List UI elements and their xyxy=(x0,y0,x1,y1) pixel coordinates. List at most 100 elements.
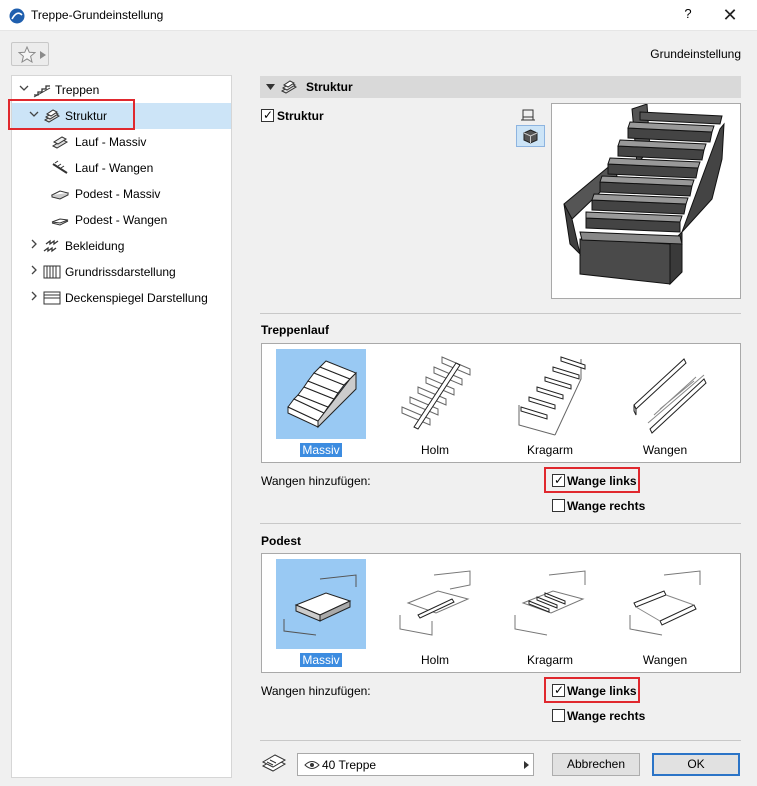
divider xyxy=(260,523,741,524)
checkmark-icon: ✓ xyxy=(263,108,274,122)
landing-option-label: Kragarm xyxy=(526,653,573,667)
help-button[interactable]: ? xyxy=(678,6,698,26)
checkmark-icon: ✓ xyxy=(554,473,565,487)
section-name: Grundeinstellung xyxy=(650,47,741,61)
podest-heading: Podest xyxy=(261,534,302,548)
cancel-button[interactable]: Abbrechen xyxy=(552,753,640,776)
landing-kragarm-thumbnail xyxy=(505,559,595,649)
landing-wangen-thumbnail xyxy=(620,559,710,649)
panel-title: Struktur xyxy=(306,80,353,94)
landing-type-selector: Massiv Holm Kragarm Wangen xyxy=(261,553,741,673)
run-option-label: Holm xyxy=(420,443,449,457)
landing-option-label: Wangen xyxy=(642,653,688,667)
landing-holm-thumbnail xyxy=(390,559,480,649)
stair-icon xyxy=(33,85,51,98)
landing-massiv-thumbnail xyxy=(276,559,366,649)
landing-right-stringer-label: Wange rechts xyxy=(567,709,646,723)
eye-icon xyxy=(304,761,320,769)
run-stringer-icon xyxy=(52,160,68,174)
landing-option-kragarm[interactable]: Kragarm xyxy=(505,559,595,669)
tree-item-label: Podest - Wangen xyxy=(75,213,168,227)
landing-option-label: Massiv xyxy=(300,653,342,667)
tree-item-grundrissdarstellung[interactable]: Grundrissdarstellung xyxy=(12,259,231,285)
chevron-right-icon[interactable] xyxy=(29,291,39,303)
preview-3d xyxy=(551,103,741,299)
stair-preview-image xyxy=(563,103,725,286)
landing-left-stringer-checkbox[interactable]: ✓ xyxy=(552,683,565,697)
run-option-massiv[interactable]: Massiv xyxy=(276,349,366,459)
tree-item-label: Deckenspiegel Darstellung xyxy=(65,291,208,305)
tree-item-label: Lauf - Wangen xyxy=(75,161,154,175)
landing-left-stringer-label: Wange links xyxy=(567,684,637,698)
tree-item-label: Grundrissdarstellung xyxy=(65,265,176,279)
divider xyxy=(260,313,741,314)
floorplan-view-icon[interactable] xyxy=(520,107,536,123)
chevron-right-icon xyxy=(40,51,46,59)
run-left-stringer-checkbox[interactable]: ✓ xyxy=(552,473,565,487)
window-title: Treppe-Grundeinstellung xyxy=(31,8,164,22)
3d-view-button[interactable] xyxy=(516,125,545,147)
tree-item-lauf-massiv[interactable]: Lauf - Massiv xyxy=(12,129,231,155)
tree-item-deckenspiegel[interactable]: Deckenspiegel Darstellung xyxy=(12,285,231,311)
run-option-kragarm[interactable]: Kragarm xyxy=(505,349,595,459)
run-solid-icon xyxy=(51,136,69,149)
checkmark-icon: ✓ xyxy=(554,683,565,697)
tree-item-label: Lauf - Massiv xyxy=(75,135,147,149)
app-icon xyxy=(9,8,25,24)
structure-checkbox[interactable]: ✓ xyxy=(261,108,274,122)
tree-item-lauf-wangen[interactable]: Lauf - Wangen xyxy=(12,155,231,181)
tree-item-bekleidung[interactable]: Bekleidung xyxy=(12,233,231,259)
run-kragarm-thumbnail xyxy=(505,349,595,439)
layer-dropdown[interactable]: 40 Treppe xyxy=(297,753,534,776)
run-option-label: Wangen xyxy=(642,443,688,457)
tree-item-label: Podest - Massiv xyxy=(75,187,161,201)
run-option-label: Massiv xyxy=(300,443,342,457)
run-option-holm[interactable]: Holm xyxy=(390,349,480,459)
run-right-stringer-checkbox[interactable] xyxy=(552,499,565,512)
landing-right-stringer-checkbox[interactable] xyxy=(552,709,565,722)
run-wangen-thumbnail xyxy=(620,349,710,439)
landing-add-stringers-label: Wangen hinzufügen: xyxy=(261,684,371,698)
run-holm-thumbnail xyxy=(390,349,480,439)
structure-icon xyxy=(280,80,298,94)
tree-item-label: Bekleidung xyxy=(65,239,125,253)
run-left-stringer-label: Wange links xyxy=(567,474,637,488)
favorites-button[interactable] xyxy=(11,42,49,66)
run-right-stringer-label: Wange rechts xyxy=(567,499,646,513)
collapse-triangle-icon[interactable] xyxy=(266,84,275,90)
tree-item-podest-massiv[interactable]: Podest - Massiv xyxy=(12,181,231,207)
panel-header[interactable]: Struktur xyxy=(260,76,741,98)
divider xyxy=(260,740,741,741)
chevron-right-icon xyxy=(524,761,529,769)
chevron-right-icon[interactable] xyxy=(29,265,39,277)
highlight-frame xyxy=(8,99,135,130)
landing-solid-icon xyxy=(51,190,69,200)
close-button[interactable]: ✕ xyxy=(718,4,742,26)
finish-icon xyxy=(43,239,59,253)
landing-option-wangen[interactable]: Wangen xyxy=(620,559,710,669)
run-add-stringers-label: Wangen hinzufügen: xyxy=(261,474,371,488)
landing-option-label: Holm xyxy=(420,653,449,667)
cube-icon xyxy=(523,129,538,144)
treppenlauf-heading: Treppenlauf xyxy=(261,323,330,337)
chevron-right-icon[interactable] xyxy=(29,239,39,251)
title-bar: Treppe-Grundeinstellung ? ✕ xyxy=(0,0,757,31)
star-icon xyxy=(18,46,36,63)
landing-option-holm[interactable]: Holm xyxy=(390,559,480,669)
landing-stringer-icon xyxy=(51,218,69,226)
run-type-selector: Massiv Holm Kragarm Wangen xyxy=(261,343,741,463)
ceiling-plan-icon xyxy=(43,291,61,305)
floorplan-icon xyxy=(43,265,61,279)
ok-button[interactable]: OK xyxy=(652,753,740,776)
chevron-down-icon[interactable] xyxy=(19,83,29,95)
tree-item-podest-wangen[interactable]: Podest - Wangen xyxy=(12,207,231,233)
structure-checkbox-label: Struktur xyxy=(277,109,324,123)
landing-option-massiv[interactable]: Massiv xyxy=(276,559,366,669)
layers-icon xyxy=(261,754,287,772)
tree-item-label: Treppen xyxy=(55,83,100,97)
run-option-label: Kragarm xyxy=(526,443,573,457)
settings-tree: Treppen Struktur Lauf - Massiv Lauf - Wa… xyxy=(11,75,232,778)
run-option-wangen[interactable]: Wangen xyxy=(620,349,710,459)
layer-value: 40 Treppe xyxy=(322,758,377,772)
run-massiv-thumbnail xyxy=(276,349,366,439)
